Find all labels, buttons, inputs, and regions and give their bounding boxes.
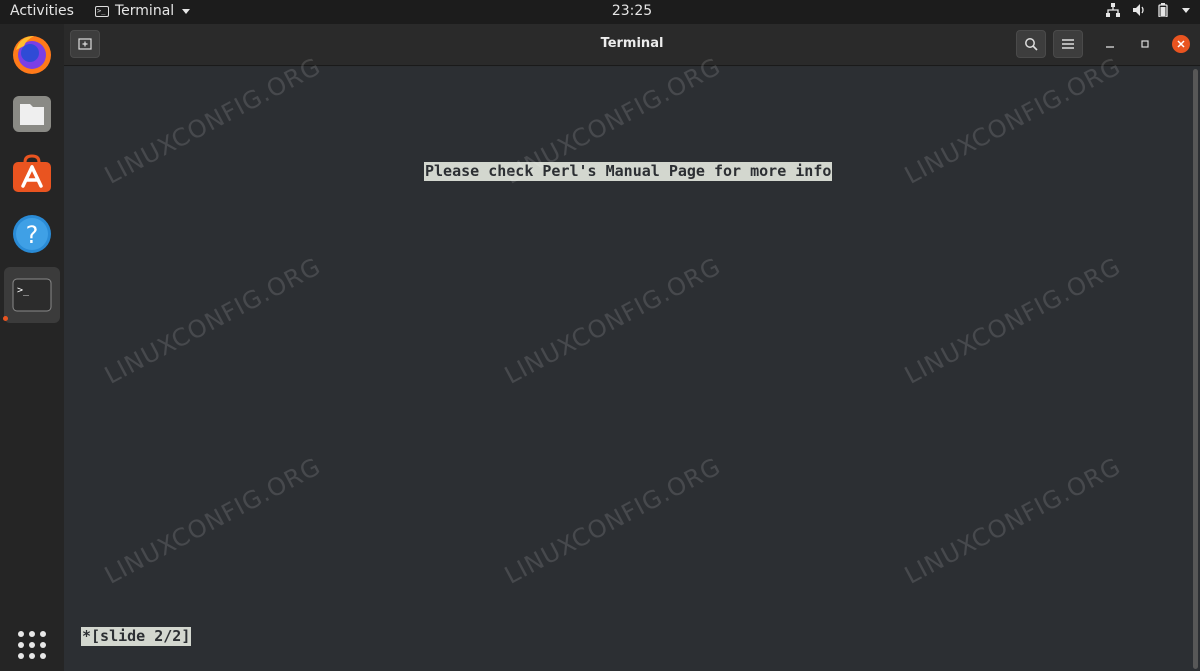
svg-text:?: ? xyxy=(26,221,39,249)
slide-indicator: *[slide 2/2] xyxy=(81,627,192,646)
minimize-button[interactable] xyxy=(1101,35,1119,53)
close-button[interactable] xyxy=(1172,35,1190,53)
battery-icon xyxy=(1158,3,1168,17)
top-bar: Activities >_ Terminal 23:25 xyxy=(0,0,1200,24)
app-menu[interactable]: >_ Terminal xyxy=(95,3,191,19)
header-bar: Terminal xyxy=(64,24,1200,66)
clock[interactable]: 23:25 xyxy=(600,3,664,19)
slide-message: Please check Perl's Manual Page for more… xyxy=(424,162,833,181)
terminal-scrollbar[interactable] xyxy=(1190,67,1200,671)
app-grid-icon[interactable] xyxy=(18,631,46,659)
system-tray[interactable] xyxy=(1106,3,1190,17)
dock-firefox[interactable] xyxy=(10,32,54,76)
app-menu-label: Terminal xyxy=(115,3,175,19)
firefox-icon xyxy=(13,36,51,74)
dock-software[interactable] xyxy=(10,152,54,196)
search-button[interactable] xyxy=(1016,30,1046,58)
search-icon xyxy=(1025,38,1038,51)
ubuntu-software-icon xyxy=(13,154,51,192)
maximize-button[interactable] xyxy=(1136,35,1154,53)
maximize-icon xyxy=(1141,40,1149,48)
chevron-down-icon xyxy=(182,8,191,14)
svg-text:>_: >_ xyxy=(17,285,30,296)
terminal-content[interactable]: Please check Perl's Manual Page for more… xyxy=(64,67,1190,671)
dock-help[interactable]: ? xyxy=(10,212,54,256)
system-menu-chevron-icon xyxy=(1182,7,1190,13)
scrollbar-thumb[interactable] xyxy=(1193,69,1198,669)
network-icon xyxy=(1106,3,1120,17)
close-icon xyxy=(1177,40,1185,48)
menu-button[interactable] xyxy=(1053,30,1083,58)
dock: ? >_ xyxy=(0,24,64,671)
help-icon: ? xyxy=(13,215,51,253)
files-icon xyxy=(13,96,51,132)
volume-icon xyxy=(1133,4,1144,16)
terminal-window: Terminal Please check Perl's Manual Page… xyxy=(64,24,1200,671)
dock-files[interactable] xyxy=(10,92,54,136)
terminal-app-icon: >_ xyxy=(95,5,109,17)
dock-terminal[interactable]: >_ xyxy=(4,267,60,323)
terminal-icon: >_ xyxy=(12,278,52,312)
hamburger-menu-icon xyxy=(1062,39,1074,49)
running-indicator xyxy=(3,316,8,321)
minimize-icon xyxy=(1106,46,1114,48)
activities-button[interactable]: Activities xyxy=(10,3,74,19)
